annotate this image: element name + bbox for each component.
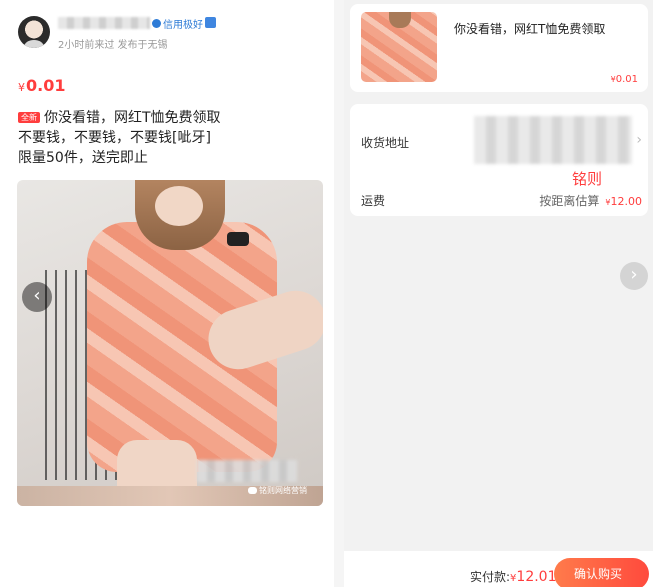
order-item-title: 你没看错，网红T恤免费领取 (454, 22, 606, 36)
shipping-note: 按距离估算 (539, 194, 600, 208)
product-detail-panel: 信用极好 2小时前来过 发布于无锡 ¥0.01 全新 你没看错，网红T恤免费领取 … (0, 0, 335, 587)
chevron-right-icon[interactable]: › (636, 132, 642, 148)
watermark-text-right: 铭则网络营销 (258, 567, 306, 576)
listing-price: ¥0.01 (18, 76, 65, 95)
order-item-thumbnail (361, 12, 437, 82)
verified-icon (205, 17, 216, 28)
address-blurred[interactable] (474, 116, 632, 164)
new-tag: 全新 (18, 112, 40, 123)
order-panel: 你没看错，网红T恤免费领取 ¥0.01 收货地址 › 铭则 运费 按距离估算 ¥… (344, 0, 653, 587)
seller-meta: 2小时前来过 发布于无锡 (58, 40, 168, 51)
address-label: 收货地址 (361, 136, 410, 150)
watermark-text: 铭则网络营销 (259, 486, 307, 495)
wechat-icon (248, 487, 257, 494)
photo-blur (197, 460, 297, 482)
checkout-bar: 实付款:¥12.01 确认购买 (344, 551, 653, 587)
order-item-price-value: 0.01 (615, 74, 638, 85)
shipping-price-value: 12.00 (610, 195, 643, 208)
chevron-right-icon[interactable]: › (620, 262, 648, 290)
panel-divider (334, 0, 344, 587)
photo-watch (227, 232, 249, 246)
pay-amount: 12.01 (516, 569, 557, 585)
wechat-icon (247, 568, 256, 575)
shipping-detail: 按距离估算 ¥12.00 (539, 192, 642, 209)
seller-avatar[interactable] (18, 16, 50, 48)
credit-label: 信用极好 (163, 20, 203, 31)
shipping-price: ¥12.00 (605, 195, 642, 208)
title-line-2: 不要钱，不要钱，不要钱[呲牙] (18, 130, 211, 146)
pay-label: 实付款: (470, 570, 511, 584)
listing-description: 全新 你没看错，网红T恤免费领取 不要钱，不要钱，不要钱[呲牙] 限量50件，送完… (18, 108, 318, 168)
delivery-card: 收货地址 › 铭则 运费 按距离估算 ¥12.00 (350, 104, 648, 216)
screen: 信用极好 2小时前来过 发布于无锡 ¥0.01 全新 你没看错，网红T恤免费领取 … (0, 0, 653, 587)
confirm-buy-button[interactable]: 确认购买 (554, 558, 649, 587)
price-currency: ¥ (18, 81, 25, 94)
order-item-card[interactable]: 你没看错，网红T恤免费领取 ¥0.01 (350, 4, 648, 92)
chevron-left-icon[interactable]: ‹ (22, 282, 52, 312)
shipping-label: 运费 (361, 194, 386, 208)
overlay-text: 铭则 (572, 170, 603, 188)
title-line-3: 限量50件，送完即止 (18, 150, 148, 166)
description-line-1: 全新 你没看错，网红T恤免费领取 (18, 108, 318, 128)
seller-name-blurred (58, 17, 150, 29)
photo-face (155, 186, 203, 226)
product-photo[interactable] (17, 180, 323, 506)
price-value: 0.01 (26, 76, 66, 95)
order-item-price: ¥0.01 (611, 74, 638, 85)
title-line-1: 你没看错，网红T恤免费领取 (44, 110, 221, 126)
watermark-left: 铭则网络营销 (248, 485, 307, 496)
pay-value: ¥12.01 (510, 569, 556, 585)
watermark-right: 铭则网络营销 (247, 566, 306, 577)
credit-badge[interactable]: 信用极好 (152, 16, 203, 31)
credit-icon (152, 19, 161, 28)
pay-total: 实付款:¥12.01 (470, 568, 557, 585)
